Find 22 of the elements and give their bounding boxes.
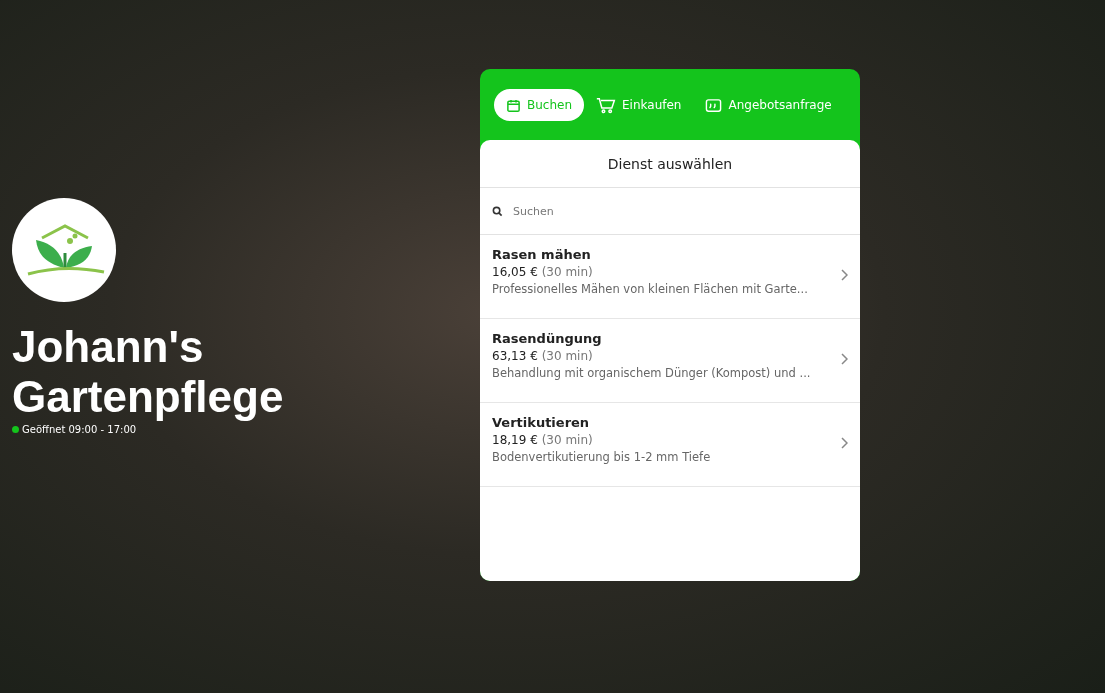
service-price: 18,19 € (30 min) — [492, 433, 594, 447]
service-item[interactable]: Vertikutieren 18,19 € (30 min) Bodenvertikutierung bis 1-2 mm Tiefe — [480, 403, 860, 487]
service-description: Behandlung mit organischem Dünger (Kompost) und ... — [492, 366, 812, 380]
service-price: 63,13 € (30 min) — [492, 349, 594, 363]
service-price: 16,05 € (30 min) — [492, 265, 594, 279]
chevron-right-icon — [840, 437, 848, 449]
calendar-icon — [506, 97, 521, 113]
service-item[interactable]: Rasendüngung 63,13 € (30 min) Behandlung mit organischem Dünger (Kompost) und ... — [480, 319, 860, 403]
business-name: Johann's Gartenpflege — [12, 322, 285, 422]
service-description: Bodenvertikutierung bis 1-2 mm Tiefe — [492, 450, 712, 464]
service-name: Vertikutieren — [492, 415, 591, 430]
search-icon — [492, 205, 503, 217]
panel-heading: Dienst auswählen — [480, 140, 860, 188]
chevron-right-icon — [840, 353, 848, 365]
quote-icon — [705, 97, 723, 113]
service-name: Rasendüngung — [492, 331, 603, 346]
service-description: Professionelles Mähen von kleinen Flächen mit Garte... — [492, 282, 809, 296]
service-item[interactable]: Rasen mähen 16,05 € (30 min) Professionelles Mähen von kleinen Flächen mit Garte... — [480, 235, 860, 319]
chevron-right-icon — [840, 269, 848, 281]
service-name: Rasen mähen — [492, 247, 592, 262]
opening-hours: Geöffnet 09:00 - 17:00 — [22, 424, 137, 435]
cart-icon — [596, 96, 617, 114]
